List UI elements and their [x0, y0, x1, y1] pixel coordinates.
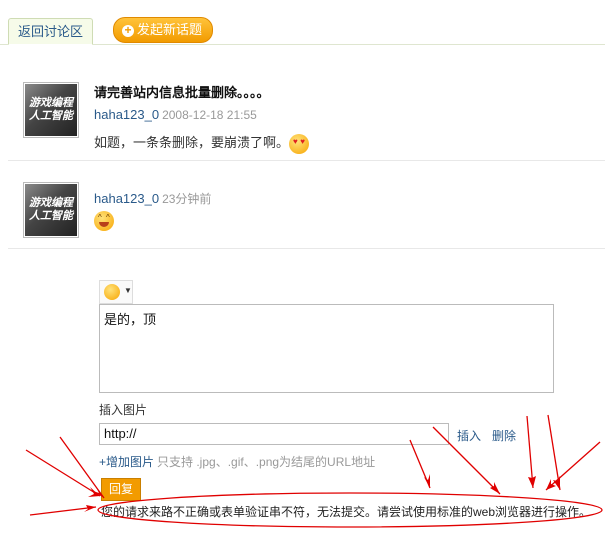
insert-image-label: 插入图片: [99, 403, 148, 417]
back-to-forum-tab[interactable]: 返回讨论区: [8, 18, 94, 45]
add-image-link[interactable]: +增加图片: [99, 455, 154, 469]
post-item: 游戏编程 人工智能 请完善站内信息批量删除。。。。 haha123_0 2008-1…: [8, 66, 605, 161]
arrowhead: [84, 505, 96, 512]
annotation-arrow: [545, 441, 601, 491]
divider: [8, 160, 605, 161]
post-author[interactable]: haha123_0: [94, 107, 159, 122]
avatar-image: 游戏编程 人工智能: [25, 84, 77, 136]
post-time: 23分钟前: [162, 192, 212, 206]
reply-textarea[interactable]: 是的，顶: [99, 304, 554, 393]
error-message: 您的请求来路不正确或表单验证串不符，无法提交。请尝试使用标准的web浏览器进行操…: [101, 505, 592, 519]
delete-link[interactable]: 删除: [492, 427, 516, 444]
annotation-arrow: [526, 415, 534, 489]
post-meta: haha123_0 2008-12-18 21:55: [94, 107, 257, 122]
avatar[interactable]: 游戏编程 人工智能: [23, 82, 79, 138]
arrowhead: [424, 474, 430, 488]
avatar-image: 游戏编程 人工智能: [25, 184, 77, 236]
post-author[interactable]: haha123_0: [94, 191, 159, 206]
post-body: [94, 211, 114, 231]
arrowhead: [490, 482, 500, 494]
reply-submit-button[interactable]: 回复: [101, 478, 141, 501]
arrowhead: [546, 479, 556, 490]
post-time: 2008-12-18 21:55: [162, 108, 257, 122]
avatar[interactable]: 游戏编程 人工智能: [23, 182, 79, 238]
image-url-input[interactable]: http://: [99, 423, 449, 445]
emoji-picker-button[interactable]: ▼: [99, 280, 133, 304]
post-text: 如题，一条条删除，要崩溃了啊。: [94, 135, 290, 150]
add-image-hint: 只支持 .jpg、.gif、.png为结尾的URL地址: [157, 455, 376, 469]
insert-link[interactable]: 插入: [457, 427, 481, 444]
grin-emoji-icon: [94, 211, 114, 231]
annotation-arrow: [547, 414, 561, 491]
post-body: 如题，一条条删除，要崩溃了啊。: [94, 132, 310, 154]
new-topic-button[interactable]: + 发起新话题: [113, 17, 214, 43]
heart-eyes-emoji-icon: [289, 133, 310, 154]
annotation-arrow: [29, 506, 97, 516]
annotation-arrow: [59, 436, 105, 499]
post-title[interactable]: 请完善站内信息批量删除。。。。: [94, 82, 270, 101]
add-image-row: +增加图片 只支持 .jpg、.gif、.png为结尾的URL地址: [99, 453, 375, 470]
arrowhead: [88, 487, 100, 497]
tab-bar: 返回讨论区 + 发起新话题: [0, 0, 605, 45]
post-meta: haha123_0 23分钟前: [94, 190, 211, 207]
annotation-arrow: [25, 449, 101, 497]
annotation-arrow: [409, 439, 431, 489]
post-item: 游戏编程 人工智能 haha123_0 23分钟前: [8, 162, 605, 249]
arrowhead: [553, 476, 560, 490]
arrowhead: [528, 476, 536, 488]
new-topic-label: 发起新话题: [137, 22, 203, 37]
plus-icon: +: [122, 24, 134, 37]
caret-down-icon: ▼: [124, 286, 132, 295]
divider: [8, 248, 605, 249]
smile-emoji-icon: [104, 284, 120, 300]
